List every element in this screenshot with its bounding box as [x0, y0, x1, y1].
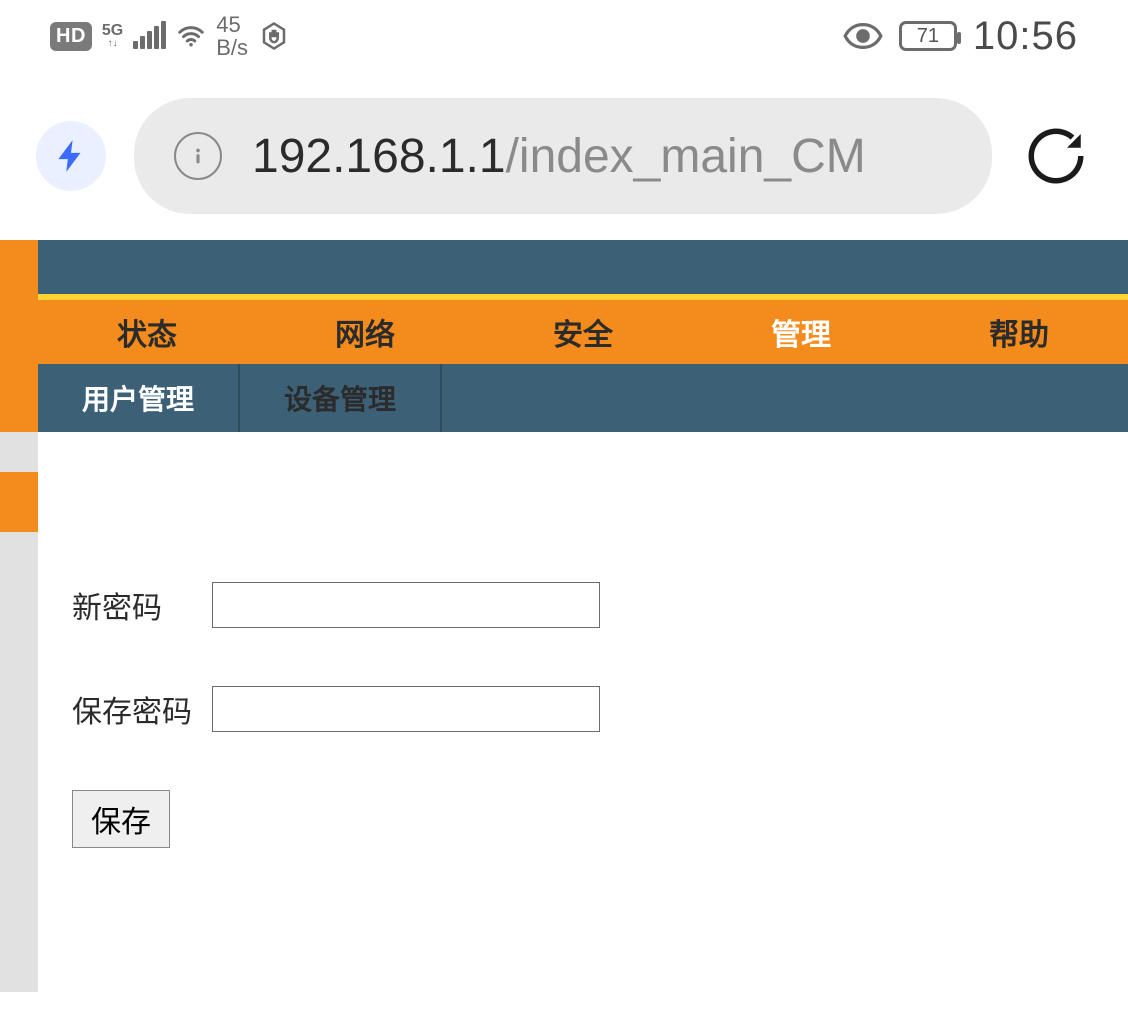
banner — [38, 240, 1128, 300]
reload-icon[interactable] — [1020, 120, 1092, 192]
side-rail-orange — [0, 364, 38, 432]
row-new-password: 新密码 — [72, 582, 1094, 628]
site-info-icon[interactable] — [174, 132, 222, 180]
nav-management[interactable]: 管理 — [692, 300, 910, 364]
nav-help[interactable]: 帮助 — [910, 300, 1128, 364]
nav-security[interactable]: 安全 — [474, 300, 692, 364]
block-hand-icon — [258, 20, 290, 52]
input-confirm-password[interactable] — [212, 686, 600, 732]
signal-bars-icon — [133, 23, 166, 49]
bolt-icon[interactable] — [36, 121, 106, 191]
network-5g-icon: 5G ↑↓ — [102, 24, 123, 47]
status-left: HD 5G ↑↓ 45 B/s — [50, 13, 290, 59]
router-admin: 状态 网络 安全 管理 帮助 用户管理 设备管理 新密码 保存密码 — [0, 240, 1128, 992]
hd-badge: HD — [50, 22, 92, 51]
status-right: 71 10:56 — [843, 14, 1078, 59]
wifi-icon — [176, 21, 206, 51]
content-area: 新密码 保存密码 保存 — [38, 432, 1128, 992]
side-rail-orange — [0, 300, 38, 364]
subnav-user-management[interactable]: 用户管理 — [38, 364, 240, 432]
main-nav: 状态 网络 安全 管理 帮助 — [38, 300, 1128, 364]
status-bar: HD 5G ↑↓ 45 B/s — [0, 0, 1128, 72]
label-confirm-password: 保存密码 — [72, 687, 212, 731]
url-text: 192.168.1.1/index_main_CM — [252, 129, 866, 184]
input-new-password[interactable] — [212, 582, 600, 628]
battery-indicator: 71 — [899, 21, 957, 51]
browser-bar: 192.168.1.1/index_main_CM — [0, 72, 1128, 240]
clock: 10:56 — [973, 14, 1078, 59]
row-confirm-password: 保存密码 — [72, 686, 1094, 732]
network-speed: 45 B/s — [216, 13, 248, 59]
subnav-device-management[interactable]: 设备管理 — [240, 364, 442, 432]
nav-status[interactable]: 状态 — [38, 300, 256, 364]
url-bar[interactable]: 192.168.1.1/index_main_CM — [134, 98, 992, 214]
eye-icon — [843, 21, 883, 51]
nav-network[interactable]: 网络 — [256, 300, 474, 364]
left-rail — [0, 432, 38, 992]
save-button[interactable]: 保存 — [72, 790, 170, 848]
label-new-password: 新密码 — [72, 583, 212, 627]
sub-nav: 用户管理 设备管理 — [38, 364, 1128, 432]
side-rail-orange — [0, 240, 38, 300]
